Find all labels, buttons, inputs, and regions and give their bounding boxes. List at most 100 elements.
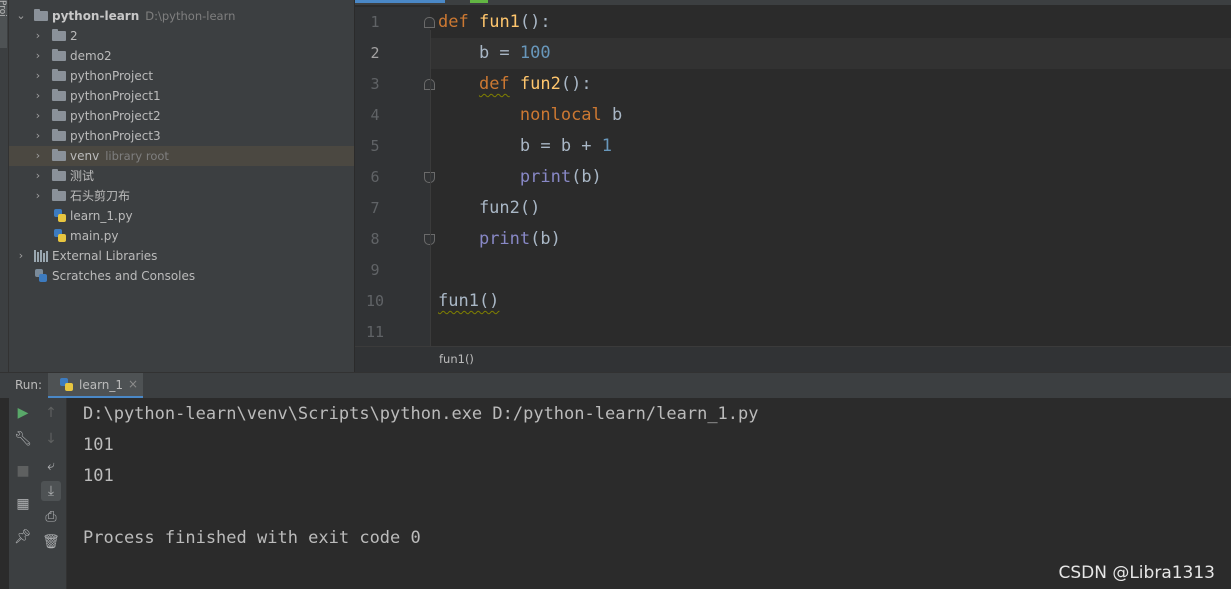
editor-tab-strip — [355, 0, 1231, 5]
tree-item-scratches[interactable]: Scratches and Consoles — [9, 266, 354, 286]
library-icon — [34, 250, 48, 262]
tree-item-label: pythonProject3 — [70, 129, 161, 143]
line-number: 3 — [370, 75, 380, 93]
tree-item-pythonproject2[interactable]: › pythonProject2 — [9, 106, 354, 126]
run-toolbar-secondary: ↑ ↓ ⤶ ⤓ ⎙ 🗑︎ — [37, 398, 67, 589]
tree-item-main-py[interactable]: main.py — [9, 226, 354, 246]
code-editor[interactable]: 1 2 3 4 5 6 7 8 9 10 11 def fun1(): b = … — [355, 0, 1231, 346]
line-number: 11 — [365, 323, 385, 341]
console-line: 101 — [83, 466, 114, 486]
folder-icon — [52, 69, 66, 81]
tree-item-label: 测试 — [70, 169, 95, 183]
tree-root[interactable]: ⌄ python-learn D:\python-learn — [9, 6, 354, 26]
print-icon[interactable]: ⎙ — [41, 507, 61, 527]
tree-item-label: pythonProject2 — [70, 109, 161, 123]
tree-item-label: demo2 — [70, 49, 112, 63]
folder-icon — [52, 189, 66, 201]
python-file-icon — [54, 229, 66, 243]
line-number: 8 — [370, 230, 380, 248]
code-line-4: nonlocal b — [519, 105, 623, 125]
run-tab-label: learn_1 — [79, 378, 124, 392]
tree-item-label: learn_1.py — [70, 209, 133, 223]
chevron-right-icon[interactable]: › — [32, 186, 44, 206]
folder-icon — [52, 29, 66, 41]
chevron-right-icon[interactable]: › — [32, 106, 44, 126]
run-console[interactable]: D:\python-learn\venv\Scripts\python.exe … — [67, 398, 1231, 589]
code-line-6: print(b) — [519, 167, 602, 187]
code-line-8: print(b) — [478, 229, 561, 249]
arrow-up-icon[interactable]: ↑ — [41, 403, 61, 423]
line-number: 10 — [365, 292, 385, 310]
folder-icon — [52, 169, 66, 181]
soft-wrap-icon[interactable]: ⤶ — [41, 456, 61, 476]
tree-item-label: pythonProject — [70, 69, 154, 83]
chevron-right-icon[interactable]: › — [15, 246, 27, 266]
active-tab-indicator — [355, 0, 445, 3]
chevron-down-icon[interactable]: ⌄ — [15, 6, 27, 26]
folder-icon — [52, 49, 66, 61]
close-icon[interactable]: × — [128, 377, 138, 391]
tree-item-label: Scratches and Consoles — [52, 269, 196, 283]
tree-item-label: main.py — [70, 229, 119, 243]
folder-icon — [52, 89, 66, 101]
code-line-2: b = 100 — [438, 43, 551, 63]
run-toolbar-primary: ▶ 🔧︎ ■ ▦ 📌︎ — [9, 398, 37, 589]
tree-item-label: venv — [70, 149, 100, 163]
console-line: Process finished with exit code 0 — [83, 528, 421, 548]
tree-item-pythonproject1[interactable]: › pythonProject1 — [9, 86, 354, 106]
chevron-right-icon[interactable]: › — [32, 46, 44, 66]
fold-marker-icon[interactable] — [424, 17, 435, 28]
line-number: 1 — [370, 13, 380, 31]
status-indicator — [470, 0, 488, 3]
run-title: Run: — [15, 378, 43, 392]
tree-item-demo2[interactable]: › demo2 — [9, 46, 354, 66]
tree-item-external-libraries[interactable]: › External Libraries — [9, 246, 354, 266]
folder-icon — [52, 149, 66, 161]
tree-item-rock-paper-scissors[interactable]: › 石头剪刀布 — [9, 186, 354, 206]
chevron-right-icon[interactable]: › — [32, 26, 44, 46]
stop-icon[interactable]: ■ — [13, 461, 33, 481]
tree-item-learn-1-py[interactable]: learn_1.py — [9, 206, 354, 226]
run-tab-learn-1[interactable]: learn_1 × — [48, 373, 143, 399]
run-window-header: Run: learn_1 × — [0, 372, 1231, 399]
python-file-icon — [54, 209, 66, 223]
tree-item-pythonproject[interactable]: › pythonProject — [9, 66, 354, 86]
layout-icon[interactable]: ▦ — [13, 494, 33, 514]
line-number: 6 — [370, 168, 380, 186]
chevron-right-icon[interactable]: › — [32, 126, 44, 146]
indent-guide — [430, 30, 431, 346]
play-icon[interactable]: ▶ — [13, 403, 33, 423]
line-number: 7 — [370, 199, 380, 217]
breadcrumb-item[interactable]: fun1() — [439, 352, 474, 366]
chevron-right-icon[interactable]: › — [32, 66, 44, 86]
console-line: D:\python-learn\venv\Scripts\python.exe … — [83, 404, 759, 424]
code-line-1: def fun1(): — [438, 12, 551, 32]
tree-item-2[interactable]: › 2 — [9, 26, 354, 46]
tree-item-ceshi[interactable]: › 测试 — [9, 166, 354, 186]
line-number: 5 — [370, 137, 380, 155]
console-line: 101 — [83, 435, 114, 455]
chevron-right-icon[interactable]: › — [32, 166, 44, 186]
scratches-icon — [35, 269, 47, 283]
tree-item-label: 石头剪刀布 — [70, 189, 131, 203]
project-root-name: python-learn — [52, 9, 140, 23]
code-line-10: fun1() — [438, 291, 500, 311]
scroll-to-end-icon[interactable]: ⤓ — [41, 481, 61, 501]
pin-icon[interactable]: 📌︎ — [13, 527, 33, 547]
line-gutter[interactable]: 1 2 3 4 5 6 7 8 9 10 11 — [355, 7, 435, 346]
wrench-icon[interactable]: 🔧︎ — [13, 429, 33, 449]
project-tool-tab[interactable]: Proj — [0, 0, 7, 48]
tree-item-label: External Libraries — [52, 249, 158, 263]
arrow-down-icon[interactable]: ↓ — [41, 429, 61, 449]
tree-item-venv[interactable]: › venv library root — [9, 146, 354, 166]
watermark: CSDN @Libra1313 — [1058, 563, 1215, 583]
line-number: 9 — [370, 261, 380, 279]
chevron-right-icon[interactable]: › — [32, 86, 44, 106]
chevron-right-icon[interactable]: › — [32, 146, 44, 166]
project-root-path: D:\python-learn — [145, 9, 236, 23]
code-line-7: fun2() — [438, 198, 541, 218]
trash-icon[interactable]: 🗑︎ — [41, 532, 61, 552]
folder-icon — [52, 109, 66, 121]
tree-item-pythonproject3[interactable]: › pythonProject3 — [9, 126, 354, 146]
tree-item-label: 2 — [70, 29, 78, 43]
